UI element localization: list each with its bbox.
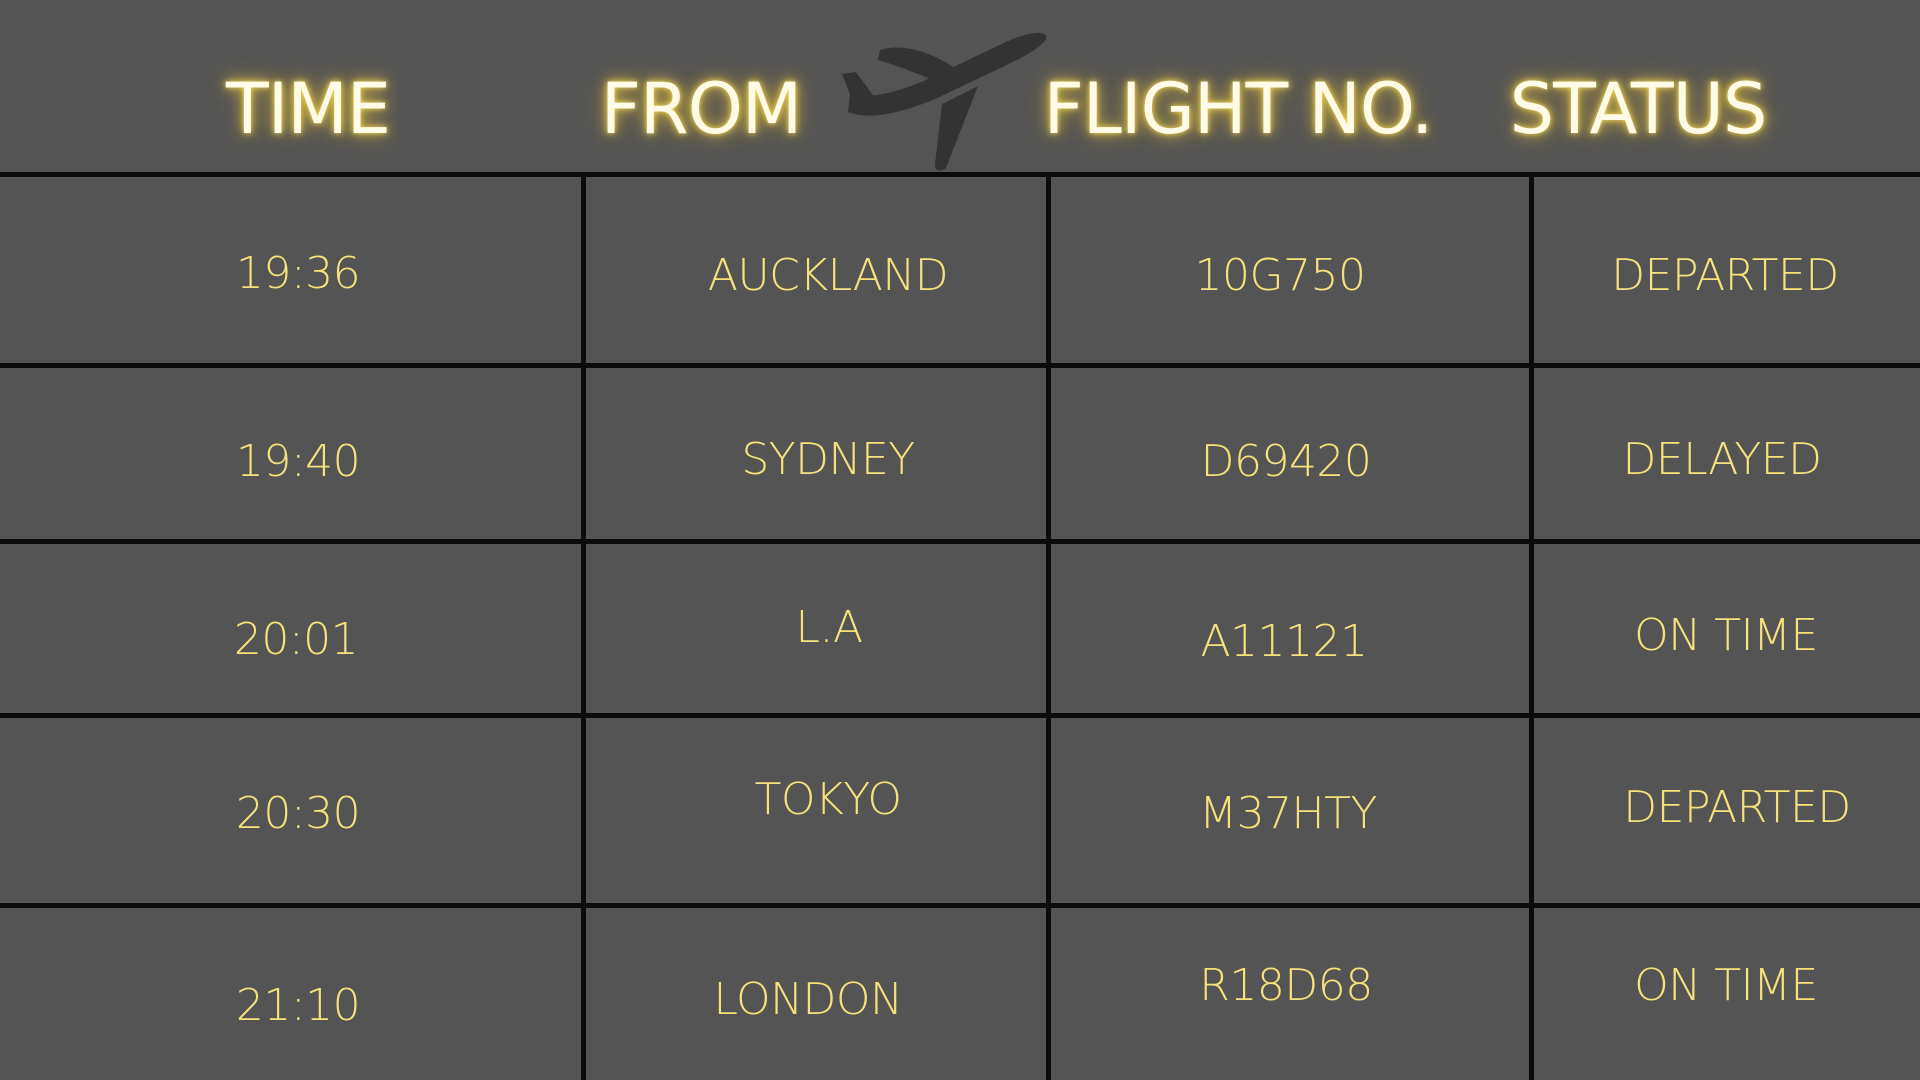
flight-origin: AUCKLAND (707, 250, 949, 301)
flight-status: DEPARTED (1611, 250, 1839, 301)
flight-status: DELAYED (1622, 434, 1822, 485)
flight-status: ON TIME (1634, 610, 1818, 661)
airplane-icon (842, 32, 1047, 171)
flight-time: 20:01 (233, 614, 359, 665)
header-from: FROM (600, 68, 802, 150)
grid-line-horizontal (0, 713, 1920, 718)
grid-line-vertical (581, 172, 586, 1080)
board-header: TIME FROM FLIGHT NO. STATUS (0, 0, 1920, 172)
grid-line-horizontal (0, 172, 1920, 177)
flight-status: ON TIME (1634, 960, 1818, 1011)
flight-time: 19:40 (235, 436, 361, 487)
grid-line-horizontal (0, 363, 1920, 368)
header-status: STATUS (1509, 68, 1768, 150)
flight-status: DEPARTED (1623, 782, 1851, 833)
flight-number: R18D68 (1199, 960, 1373, 1011)
grid-line-horizontal (0, 539, 1920, 544)
flight-board: TIME FROM FLIGHT NO. STATUS 19:36 AUCKLA… (0, 0, 1920, 1080)
header-time: TIME (225, 68, 391, 150)
flight-number: 10G750 (1194, 250, 1366, 301)
flight-number: D69420 (1200, 436, 1372, 487)
flight-origin: LONDON (713, 974, 903, 1025)
flight-origin: SYDNEY (741, 434, 915, 485)
grid-line-vertical (1046, 172, 1051, 1080)
flight-time: 21:10 (235, 980, 361, 1031)
flight-number: A11121 (1200, 616, 1368, 667)
grid-line-horizontal (0, 903, 1920, 908)
flight-origin: L.A (795, 602, 863, 653)
flight-time: 20:30 (235, 788, 361, 839)
flight-time: 19:36 (235, 248, 361, 299)
grid-line-vertical (1529, 172, 1534, 1080)
header-flight-no: FLIGHT NO. (1043, 68, 1434, 150)
flight-number: M37HTY (1199, 788, 1377, 839)
flight-origin: TOKYO (754, 774, 902, 825)
